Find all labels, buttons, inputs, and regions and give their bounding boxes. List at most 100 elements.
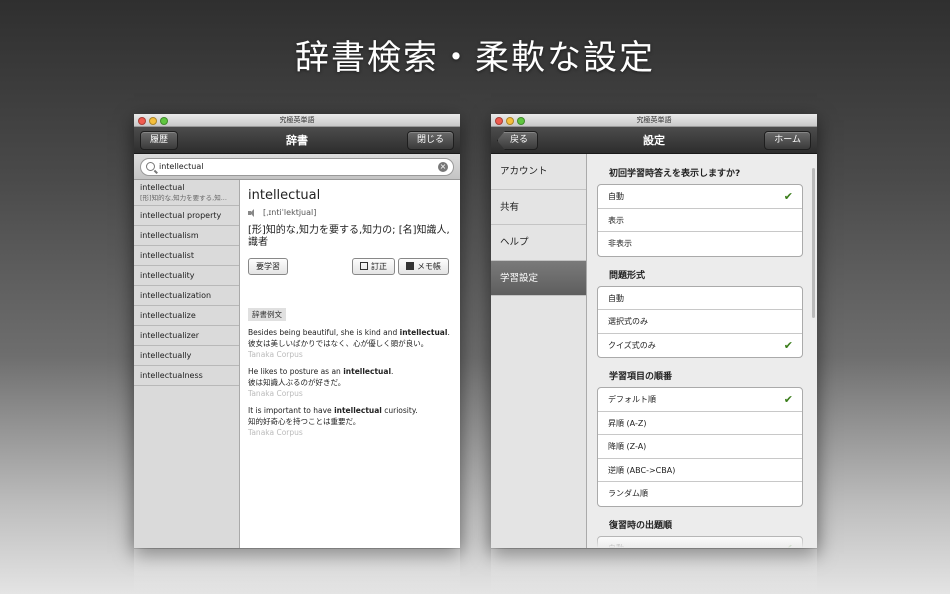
example-en-bold: intellectual [399,328,448,337]
example-en-post: curiosity. [381,406,418,415]
example-ja: 彼女は美しいばかりではなく、心が優しく頭が良い。 [248,339,429,348]
close-window-button[interactable] [495,116,503,125]
search-input[interactable]: intellectual × [140,158,454,176]
option-label: 選択式のみ [608,317,648,326]
speaker-icon[interactable] [248,208,257,217]
correct-button[interactable]: 訂正 [352,258,395,275]
list-item[interactable]: intellectualism [134,226,239,246]
settings-menu-item[interactable]: 共有 [491,190,586,225]
list-item[interactable]: intellectuality [134,266,239,286]
example-ja: 知的好奇心を持つことは重要だ。 [248,417,361,426]
option-row[interactable]: 逆順 (ABC->CBA) [598,459,802,482]
example-ja: 彼は知識人ぶるのが好きだ。 [248,378,346,387]
checkmark-icon: ✔ [783,393,793,406]
close-button[interactable]: 閉じる [406,131,454,150]
minimize-window-button[interactable] [149,116,157,125]
example: It is important to have intellectual cur… [248,405,452,438]
list-item-word: intellectualize [140,311,196,320]
example-en-pre: He likes to posture as an [248,367,344,376]
list-item[interactable]: intellectualize [134,306,239,326]
settings-menu: アカウント 共有 ヘルプ 学習設定 [491,154,587,548]
list-item[interactable]: intellectual property [134,206,239,226]
list-item[interactable]: intellectualness [134,366,239,386]
list-item-word: intellectually [140,351,192,360]
pronunciation-text: [ˌɪntiˈlektjual] [263,208,317,217]
examples-tag: 辞書例文 [248,308,286,321]
correct-button-label: 訂正 [371,262,387,271]
list-item-word: intellectual [140,183,185,192]
list-item[interactable]: intellectualist [134,246,239,266]
settings-window: 究極英単語 戻る 設定 ホーム アカウント 共有 ヘルプ 学習設定 初回学習時答えを表… [491,114,817,548]
option-row[interactable]: 昇順 (A-Z) [598,412,802,435]
clear-icon[interactable]: × [438,162,448,172]
left-reflection [134,549,460,594]
close-window-button[interactable] [138,116,146,125]
option-row[interactable]: 非表示 [598,232,802,256]
word-detail: intellectual [ˌɪntiˈlektjual] [形]知的な,知力を… [240,180,460,548]
checkmark-icon: ✔ [783,338,793,352]
list-item-word: intellectualizer [140,331,200,340]
example-en-post: . [391,367,394,376]
minimize-window-button[interactable] [506,116,514,125]
option-row[interactable]: 降順 (Z-A) [598,435,802,459]
window-titlebar: 究極英単語 [134,114,460,127]
option-row[interactable]: 表示 [598,209,802,232]
option-row[interactable]: 自動 ✔ [598,185,802,209]
home-button[interactable]: ホーム [764,131,811,150]
scrollbar[interactable] [812,168,815,318]
example-en: He likes to posture as an intellectual. [248,366,452,377]
panel-fade [587,534,817,548]
word-list: intellectual [形]知的な,知力を要する,知... intellectu… [134,180,240,548]
list-item[interactable]: intellectualizer [134,326,239,346]
list-item-word: intellectual property [140,211,222,220]
option-group: 自動選択式のみクイズ式のみ ✔ [597,285,803,358]
option-label: 自動 [608,192,624,201]
option-row[interactable]: 選択式のみ [598,310,802,334]
memo-button[interactable]: メモ帳 [398,258,449,275]
example-en: It is important to have intellectual cur… [248,405,452,416]
list-item[interactable]: intellectually [134,346,239,366]
section-title: 学習項目の順番 [609,372,673,382]
list-item-word: intellectualism [140,231,199,240]
settings-menu-item[interactable]: 学習設定 [491,260,586,296]
study-button[interactable]: 要学習 [248,258,288,275]
option-label: クイズ式のみ [608,340,656,350]
memo-button-label: メモ帳 [417,262,441,271]
list-item[interactable]: intellectual [形]知的な,知力を要する,知... [134,180,239,206]
settings-menu-item[interactable]: ヘルプ [491,225,586,261]
option-row[interactable]: クイズ式のみ ✔ [598,334,802,358]
option-row[interactable]: ランダム順 [598,482,802,506]
list-item-word: intellectualness [140,371,203,380]
option-row[interactable]: デフォルト順 ✔ [598,388,802,412]
option-label: 自動 [608,293,624,303]
option-label: 昇順 (A-Z) [608,418,647,428]
checkmark-icon: ✔ [783,190,793,203]
example-source: Tanaka Corpus [248,428,303,437]
example: Besides being beautiful, she is kind and… [248,327,452,360]
example-en-bold: intellectual [343,367,392,376]
search-value: intellectual [159,162,204,171]
headline: 辞書検索・柔軟な設定 [295,38,655,78]
section-title: 問題形式 [609,270,646,281]
edit-icon [360,262,368,270]
option-label: デフォルト順 [608,395,656,404]
list-item-word: intellectualist [140,251,194,260]
dictionary-navbar: 履歴 辞書 閉じる [134,127,460,154]
example-source: Tanaka Corpus [248,389,303,398]
list-item-sub: [形]知的な,知力を要する,知... [140,194,227,202]
search-bar: intellectual × [134,154,460,180]
example-en: Besides being beautiful, she is kind and… [248,327,452,338]
option-row[interactable]: 自動 [598,287,802,310]
zoom-window-button[interactable] [517,116,525,125]
settings-navbar: 戻る 設定 ホーム [491,127,817,154]
settings-menu-item[interactable]: アカウント [491,154,586,190]
list-item[interactable]: intellectualization [134,286,239,306]
example-source: Tanaka Corpus [248,350,303,359]
section-title: 復習時の出題順 [609,520,673,531]
meaning: [形]知的な,知力を要する,知力の; [名]知識人,識者 [248,225,450,248]
option-group: 自動 ✔ 表示非表示 [597,184,803,257]
search-icon [146,162,155,171]
zoom-window-button[interactable] [160,116,168,125]
example-en-pre: It is important to have [248,406,335,415]
option-label: 非表示 [608,239,632,248]
